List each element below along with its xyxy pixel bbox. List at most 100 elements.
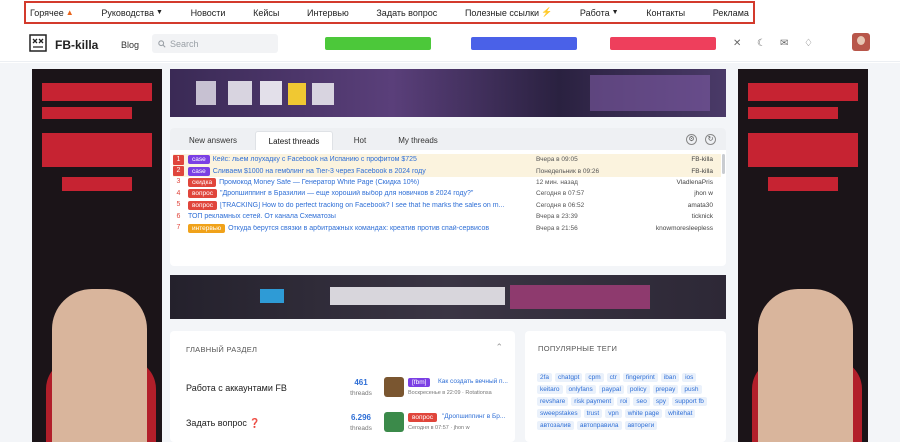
thread-row[interactable]: 4 вопрос "Дропшиппинг в Бразилии — еще хор…	[173, 188, 721, 199]
settings-icon[interactable]: ✕	[733, 38, 741, 49]
tag-chip[interactable]: sweepstakes	[537, 409, 581, 418]
nav-label: Новости	[190, 7, 226, 18]
tag-chip[interactable]: trust	[583, 409, 603, 418]
tag-chip[interactable]: cpm	[585, 373, 604, 382]
thread-rank: 1	[173, 154, 184, 165]
thread-row[interactable]: 6 ТОП рекламных сетей. От канала Схематоз…	[173, 211, 721, 222]
tag-chip[interactable]: автоправила	[576, 421, 622, 430]
thread-row[interactable]: 1 case Кейс: льем лоухадку с Facebook на И…	[173, 154, 721, 166]
count-value: 461	[354, 378, 368, 387]
left-ad-banner[interactable]	[32, 69, 162, 442]
forum-name[interactable]: Работа с аккаунтами FB	[186, 383, 287, 393]
top-ad-banner[interactable]	[170, 69, 726, 117]
nav-item-hot[interactable]: Горячее ▲	[30, 8, 74, 18]
tag-chip[interactable]: push	[681, 385, 702, 394]
tag-chip[interactable]: policy	[626, 385, 650, 394]
tag-chip[interactable]: seo	[633, 397, 650, 406]
thread-title[interactable]: Промокод Money Safe — Генератор White Pa…	[219, 179, 554, 186]
thread-row[interactable]: 2 case Сливаем $1000 на гемблинг на Tier-3…	[173, 165, 721, 177]
last-post-title[interactable]: Как создать вечный п...	[438, 378, 508, 385]
nav-label: Работа	[579, 7, 610, 18]
tag-chip[interactable]: support fb	[672, 397, 707, 406]
search-input[interactable]: Search	[152, 34, 278, 53]
last-post[interactable]: вопрос "Дропшиппинг в Бр... Сегодня в 07…	[384, 412, 509, 434]
promo-button-green[interactable]	[325, 37, 431, 50]
mail-icon[interactable]: ✉	[780, 38, 788, 49]
tag-chip[interactable]: fingerprint	[622, 373, 658, 382]
last-post-title[interactable]: "Дропшиппинг в Бр...	[442, 413, 508, 420]
tag-chip[interactable]: автореги	[624, 421, 658, 430]
blog-link[interactable]: Blog	[121, 40, 139, 50]
nav-item-jobs[interactable]: Работа ▼	[580, 8, 619, 18]
nav-label: Полезные ссылки	[464, 7, 540, 18]
refresh-icon[interactable]: ↻	[705, 134, 716, 145]
thread-author[interactable]: FB-killa	[691, 168, 713, 175]
thread-title[interactable]: [TRACKING] How to do perfect tracking on…	[220, 202, 555, 209]
tab-hot[interactable]: Hot	[340, 131, 380, 150]
search-icon	[158, 39, 166, 48]
chevron-up-icon[interactable]: ⌃	[495, 342, 503, 353]
forum-name[interactable]: Задать вопрос ❓	[186, 418, 261, 429]
thread-author[interactable]: jhon w	[694, 190, 713, 197]
thread-title[interactable]: Сливаем $1000 на гемблинг на Tier-3 чере…	[213, 168, 548, 175]
promo-button-red[interactable]	[610, 37, 716, 50]
forum-row[interactable]: Задать вопрос ❓ 6.296 threads вопрос "Др…	[186, 409, 506, 439]
tab-new-answers[interactable]: New answers	[178, 131, 248, 150]
thread-author[interactable]: amata30	[688, 202, 713, 209]
settings-icon[interactable]: ⚙	[686, 134, 697, 145]
thread-author[interactable]: knowmoresleepless	[656, 225, 713, 232]
site-logo[interactable]: FB-killa	[55, 38, 98, 52]
thread-title[interactable]: Откуда берутся связки в арбитражных кома…	[228, 225, 563, 232]
tag-chip[interactable]: keitaro	[537, 385, 563, 394]
nav-item-cases[interactable]: Кейсы	[253, 8, 279, 18]
tag-chip[interactable]: white page	[624, 409, 663, 418]
nav-item-contacts[interactable]: Контакты	[646, 8, 685, 18]
tag-chip[interactable]: revshare	[537, 397, 569, 406]
nav-item-ads[interactable]: Реклама	[713, 8, 749, 18]
thread-title[interactable]: ТОП рекламных сетей. От канала Схематозы	[188, 213, 523, 220]
tag-chip[interactable]: onlyfans	[565, 385, 596, 394]
thread-title[interactable]: "Дропшиппинг в Бразилии — еще хороший вы…	[220, 190, 555, 197]
nav-item-interviews[interactable]: Интервью	[307, 8, 349, 18]
tag-chip[interactable]: 2fa	[537, 373, 553, 382]
thread-row[interactable]: 3 скидка Промокод Money Safe — Генератор W…	[173, 177, 721, 188]
moon-icon[interactable]: ☾	[757, 38, 766, 49]
tag-chip[interactable]: risk payment	[571, 397, 615, 406]
nav-label: Контакты	[646, 7, 686, 18]
promo-button-blue[interactable]	[471, 37, 577, 50]
nav-item-news[interactable]: Новости	[191, 8, 226, 18]
bell-icon[interactable]: ♢	[804, 38, 813, 49]
tag-chip[interactable]: whitehat	[665, 409, 696, 418]
thread-title[interactable]: Кейс: льем лоухадку с Facebook на Испани…	[213, 156, 548, 163]
tab-my-threads[interactable]: My threads	[388, 131, 448, 150]
tab-latest-threads[interactable]: Latest threads	[255, 131, 333, 150]
nav-label: Горячее	[30, 7, 64, 18]
forum-row[interactable]: Работа с аккаунтами FB 461 threads [fbm]…	[186, 374, 509, 404]
thread-row[interactable]: 7 интервью Откуда берутся связки в арбитра…	[173, 222, 721, 233]
tag-chip[interactable]: автозалив	[537, 421, 574, 430]
tag-chip[interactable]: roi	[617, 397, 631, 406]
scrollbar[interactable]	[722, 154, 725, 174]
tag-chip[interactable]: iban	[660, 373, 680, 382]
nav-item-ask-question[interactable]: Задать вопрос	[376, 8, 437, 18]
tag-chip[interactable]: chatgpt	[555, 373, 583, 382]
middle-ad-banner[interactable]	[170, 275, 726, 319]
nav-item-useful-links[interactable]: Полезные ссылки ⚡	[465, 7, 552, 18]
right-ad-banner[interactable]	[738, 69, 868, 442]
section-title: ГЛАВНЫЙ РАЗДЕЛ	[186, 345, 258, 354]
thread-author[interactable]: FB-killa	[691, 156, 713, 163]
tag-chip[interactable]: ios	[682, 373, 697, 382]
tag-chip[interactable]: prepay	[652, 385, 679, 394]
thread-author[interactable]: VladlenaPris	[677, 179, 714, 186]
last-post[interactable]: [fbm] Как создать вечный п... Воскресень…	[384, 377, 509, 399]
tag-chip[interactable]: spy	[652, 397, 669, 406]
tag-chip[interactable]: ctr	[606, 373, 620, 382]
logo-icon[interactable]	[29, 34, 47, 52]
thread-author[interactable]: ticknick	[692, 213, 713, 220]
tag-chip[interactable]: vpn	[605, 409, 622, 418]
avatar[interactable]	[852, 33, 870, 51]
thread-row[interactable]: 5 вопрос [TRACKING] How to do perfect trac…	[173, 200, 721, 211]
tag-chip[interactable]: paypal	[598, 385, 624, 394]
thread-tag: вопрос	[188, 189, 217, 199]
nav-item-guides[interactable]: Руководства ▼	[101, 8, 163, 18]
